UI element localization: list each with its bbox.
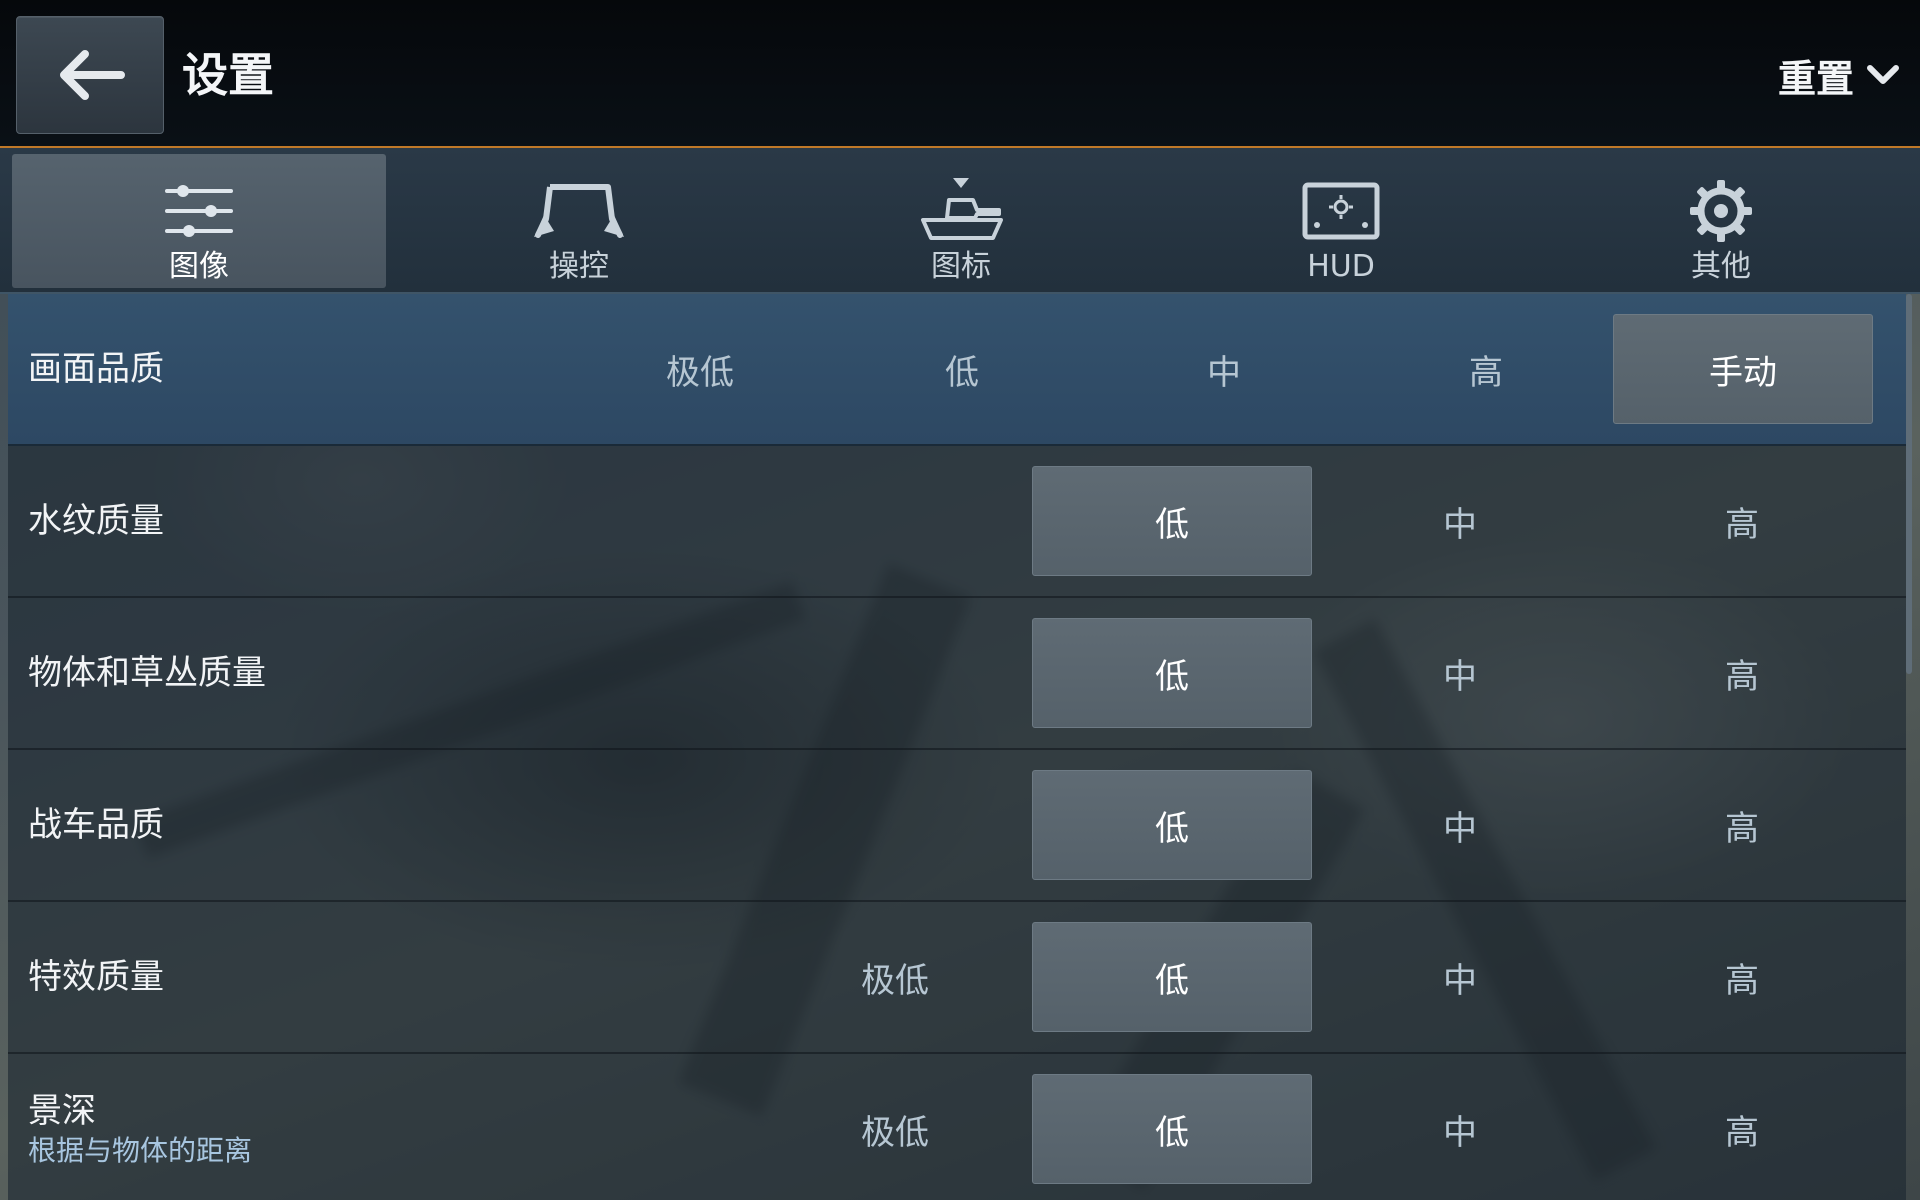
option-medium[interactable]: 中 (1320, 1074, 1600, 1184)
setting-row-objects-grass-quality: 物体和草丛质量 低 中 高 (8, 598, 1906, 750)
tab-label: 图像 (169, 249, 229, 284)
tab-other[interactable]: 其他 (1534, 154, 1908, 288)
setting-label: 物体和草丛质量 (28, 653, 266, 693)
back-button[interactable] (16, 16, 164, 134)
setting-label-group: 战车品质 (28, 750, 164, 900)
setting-row-water-quality: 水纹质量 低 中 高 (8, 446, 1906, 598)
option-medium[interactable]: 中 (1320, 618, 1600, 728)
reset-dropdown[interactable]: 重置 (1778, 40, 1900, 110)
setting-label-group: 水纹质量 (28, 446, 164, 596)
setting-label: 战车品质 (28, 805, 164, 845)
option-low[interactable]: 低 (1032, 466, 1312, 576)
option-very-low[interactable]: 极低 (760, 1074, 1030, 1184)
controller-icon (530, 176, 628, 246)
tab-controls[interactable]: 操控 (392, 154, 766, 288)
reset-label: 重置 (1777, 56, 1854, 101)
option-very-low[interactable]: 极低 (588, 314, 812, 424)
option-high[interactable]: 高 (1374, 314, 1598, 424)
setting-label: 画面品质 (28, 349, 164, 389)
scrollbar[interactable] (1906, 294, 1912, 674)
setting-row-depth-of-field: 景深 根据与物体的距离 极低 低 中 高 (8, 1054, 1906, 1200)
gear-icon (1688, 176, 1754, 246)
option-manual[interactable]: 手动 (1613, 314, 1873, 424)
arrow-left-icon (60, 50, 125, 100)
option-low[interactable]: 低 (1032, 770, 1312, 880)
option-medium[interactable]: 中 (1320, 466, 1600, 576)
hud-screen-icon (1301, 176, 1381, 246)
setting-label-group: 特效质量 (28, 902, 164, 1052)
setting-sublabel: 根据与物体的距离 (28, 1134, 253, 1167)
top-bar: 设置 重置 (0, 0, 1920, 148)
sliders-icon (163, 176, 235, 246)
setting-label-group: 画面品质 (28, 294, 164, 444)
tab-label: 图标 (931, 249, 991, 284)
option-medium[interactable]: 中 (1320, 922, 1600, 1032)
option-high[interactable]: 高 (1602, 1074, 1882, 1184)
option-medium[interactable]: 中 (1112, 314, 1336, 424)
option-high[interactable]: 高 (1602, 922, 1882, 1032)
page-title: 设置 (182, 48, 274, 102)
option-low[interactable]: 低 (1032, 1074, 1312, 1184)
option-high[interactable]: 高 (1602, 618, 1882, 728)
option-low[interactable]: 低 (1032, 922, 1312, 1032)
setting-row-effects-quality: 特效质量 极低 低 中 高 (8, 902, 1906, 1054)
option-low[interactable]: 低 (850, 314, 1074, 424)
chevron-down-icon (1867, 65, 1899, 84)
setting-row-overall-quality: 画面品质 极低 低 中 高 手动 (8, 294, 1906, 446)
option-high[interactable]: 高 (1602, 466, 1882, 576)
setting-label: 水纹质量 (28, 501, 164, 541)
setting-label: 特效质量 (28, 957, 164, 997)
category-tabs: 图像 操控 图标 HUD 其他 (0, 148, 1920, 294)
tab-label: 操控 (549, 249, 609, 284)
tab-graphics[interactable]: 图像 (12, 154, 386, 288)
option-low[interactable]: 低 (1032, 618, 1312, 728)
option-high[interactable]: 高 (1602, 770, 1882, 880)
tab-label: 其他 (1691, 249, 1751, 284)
tab-label: HUD (1307, 249, 1375, 284)
settings-list: 画面品质 极低 低 中 高 手动 水纹质量 低 中 高 物体和草丛质量 低 中 … (8, 294, 1906, 1200)
settings-screen: 设置 重置 图像 操控 图标 HUD 其他 画面品质 极低 低 中 高 手动 水… (0, 0, 1920, 1200)
option-medium[interactable]: 中 (1320, 770, 1600, 880)
setting-label-group: 景深 根据与物体的距离 (28, 1054, 252, 1200)
tank-marker-icon (913, 176, 1009, 246)
tab-hud[interactable]: HUD (1154, 154, 1528, 288)
setting-row-vehicle-quality: 战车品质 低 中 高 (8, 750, 1906, 902)
setting-label-group: 物体和草丛质量 (28, 598, 266, 748)
setting-label: 景深 (28, 1091, 96, 1131)
tab-markers[interactable]: 图标 (774, 154, 1148, 288)
option-very-low[interactable]: 极低 (760, 922, 1030, 1032)
